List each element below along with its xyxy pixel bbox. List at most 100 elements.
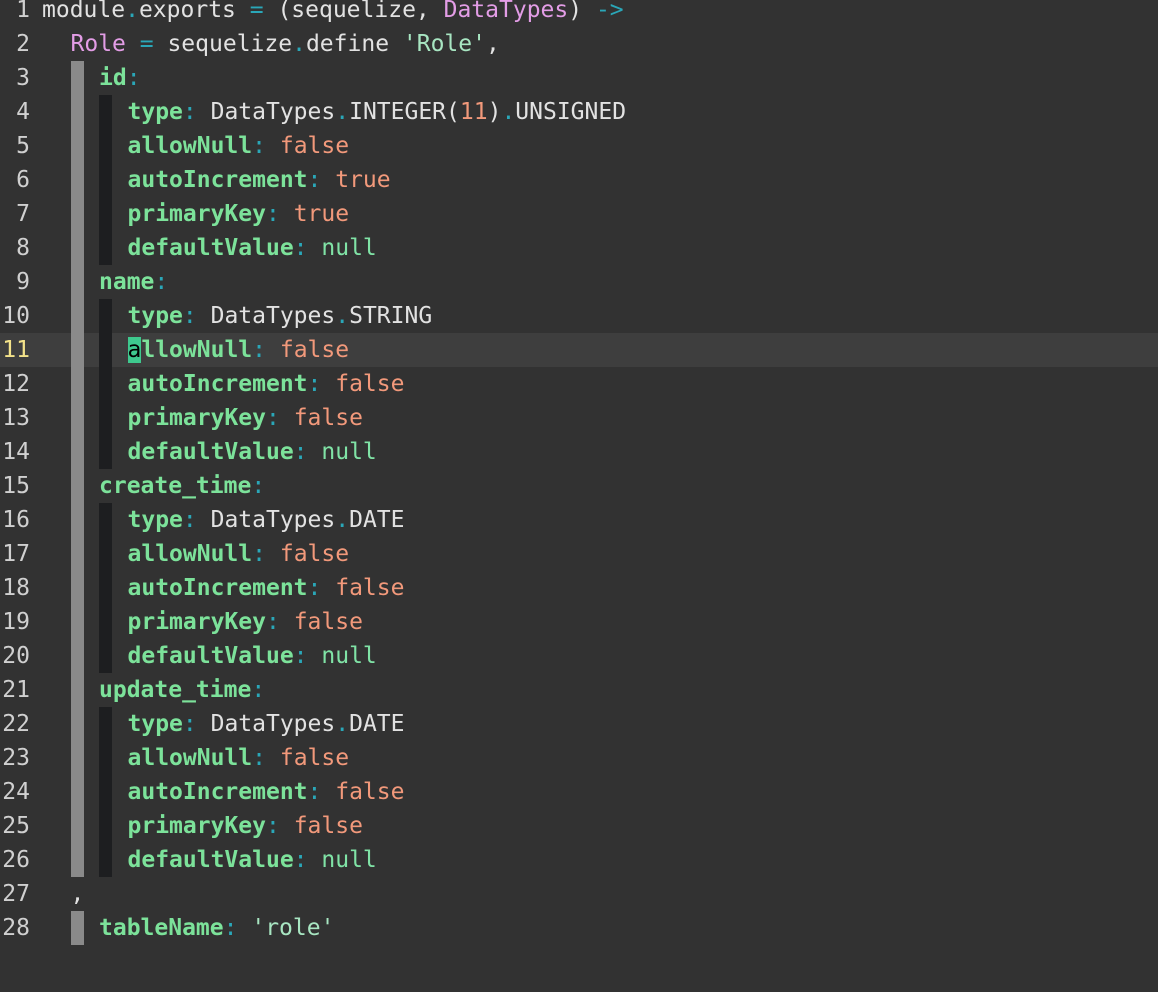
code-line[interactable]: 18 autoIncrement: false <box>0 571 1158 605</box>
code-token: : <box>182 303 197 329</box>
code-line[interactable]: 10 type: DataTypes.STRING <box>0 299 1158 333</box>
indent-guide <box>71 843 84 877</box>
line-number: 17 <box>2 541 30 567</box>
code-text: autoIncrement: true <box>128 163 391 197</box>
code-line[interactable]: 21 update_time: <box>0 673 1158 707</box>
indent-guide <box>99 503 112 537</box>
line-number: 8 <box>16 235 30 261</box>
indent-guide <box>99 741 112 775</box>
code-line[interactable]: 8 defaultValue: null <box>0 231 1158 265</box>
code-token: DataTypes <box>443 0 569 23</box>
code-token: INTEGER( <box>349 99 460 125</box>
code-text: type: DataTypes.INTEGER(11).UNSIGNED <box>128 95 627 129</box>
line-number: 21 <box>2 677 30 703</box>
line-number: 18 <box>2 575 30 601</box>
code-token: . <box>335 711 350 737</box>
line-number: 28 <box>2 915 30 941</box>
indent-guide <box>99 401 112 435</box>
code-line[interactable]: 14 defaultValue: null <box>0 435 1158 469</box>
indent-guide <box>99 333 112 367</box>
code-line[interactable]: 22 type: DataTypes.DATE <box>0 707 1158 741</box>
code-text: allowNull: false <box>127 333 349 367</box>
code-token: : <box>182 711 197 737</box>
code-token: : <box>252 745 266 771</box>
code-token: DataTypes <box>196 711 336 737</box>
code-token: : <box>154 269 169 295</box>
code-token: STRING <box>349 303 433 329</box>
line-number: 10 <box>2 303 30 329</box>
indent-guide <box>71 95 84 129</box>
code-line[interactable]: 9 name: <box>0 265 1158 299</box>
code-line[interactable]: 23 allowNull: false <box>0 741 1158 775</box>
code-line[interactable]: 17 allowNull: false <box>0 537 1158 571</box>
code-text: defaultValue: null <box>128 639 377 673</box>
code-token: defaultValue <box>127 847 294 873</box>
code-text: , <box>71 877 85 911</box>
code-token: true <box>293 201 350 227</box>
code-line[interactable]: 25 primaryKey: false <box>0 809 1158 843</box>
code-token: ) <box>568 0 596 23</box>
code-line[interactable]: 26 defaultValue: null <box>0 843 1158 877</box>
line-number: 25 <box>2 813 30 839</box>
code-line[interactable]: 5 allowNull: false <box>0 129 1158 163</box>
code-token: . <box>335 303 350 329</box>
code-token: . <box>125 0 139 23</box>
code-editor[interactable]: 1 module.exports = (sequelize, DataTypes)… <box>0 0 1158 992</box>
code-line[interactable]: 2 Role = sequelize.define 'Role', <box>0 27 1158 61</box>
indent-guide <box>71 61 84 95</box>
code-token: ) <box>487 99 502 125</box>
code-token: UNSIGNED <box>515 99 627 125</box>
code-token: : <box>252 541 266 567</box>
code-line[interactable]: 13 primaryKey: false <box>0 401 1158 435</box>
code-token: false <box>279 133 350 159</box>
indent-guide <box>99 435 112 469</box>
indent-guide <box>71 197 84 231</box>
code-line[interactable]: 12 autoIncrement: false <box>0 367 1158 401</box>
code-token: : <box>293 235 308 261</box>
line-number: 22 <box>2 711 30 737</box>
code-line[interactable]: 15 create_time: <box>0 469 1158 503</box>
indent-guide <box>71 265 84 299</box>
code-token: : <box>307 167 322 193</box>
code-token: : <box>223 915 238 941</box>
code-text: type: DataTypes.DATE <box>128 707 405 741</box>
code-token: . <box>335 507 350 533</box>
code-line[interactable]: 19 primaryKey: false <box>0 605 1158 639</box>
code-token: : <box>307 371 322 397</box>
indent-guide <box>71 163 84 197</box>
code-line[interactable]: 27, <box>0 877 1158 911</box>
code-line[interactable]: 20 defaultValue: null <box>0 639 1158 673</box>
code-line[interactable]: 4 type: DataTypes.INTEGER(11).UNSIGNED <box>0 95 1158 129</box>
code-token: . <box>335 99 350 125</box>
indent-guide <box>71 367 84 401</box>
code-text: type: DataTypes.STRING <box>128 299 433 333</box>
indent-guide <box>99 129 112 163</box>
code-line[interactable]: 28 tableName: 'role' <box>0 911 1158 945</box>
code-token: update_time <box>99 677 252 703</box>
code-text: module.exports = (sequelize, DataTypes) … <box>42 0 624 27</box>
code-line[interactable]: 6 autoIncrement: true <box>0 163 1158 197</box>
code-token: false <box>279 745 350 771</box>
code-token: DATE <box>349 711 405 737</box>
code-line[interactable]: 3 id: <box>0 61 1158 95</box>
code-line[interactable]: 24 autoIncrement: false <box>0 775 1158 809</box>
line-number: 16 <box>2 507 30 533</box>
line-number: 5 <box>16 133 30 159</box>
code-line[interactable]: 11 allowNull: false <box>0 333 1158 367</box>
code-token: primaryKey <box>127 609 266 635</box>
code-line[interactable]: 1 module.exports = (sequelize, DataTypes)… <box>0 0 1158 27</box>
indent-guide <box>71 605 84 639</box>
code-line[interactable]: 16 type: DataTypes.DATE <box>0 503 1158 537</box>
code-text: create_time: <box>99 469 265 503</box>
indent-guide <box>71 299 84 333</box>
code-text: allowNull: false <box>128 537 350 571</box>
code-token: false <box>293 405 363 431</box>
code-line[interactable]: 7 primaryKey: true <box>0 197 1158 231</box>
code-token: . <box>292 31 306 57</box>
